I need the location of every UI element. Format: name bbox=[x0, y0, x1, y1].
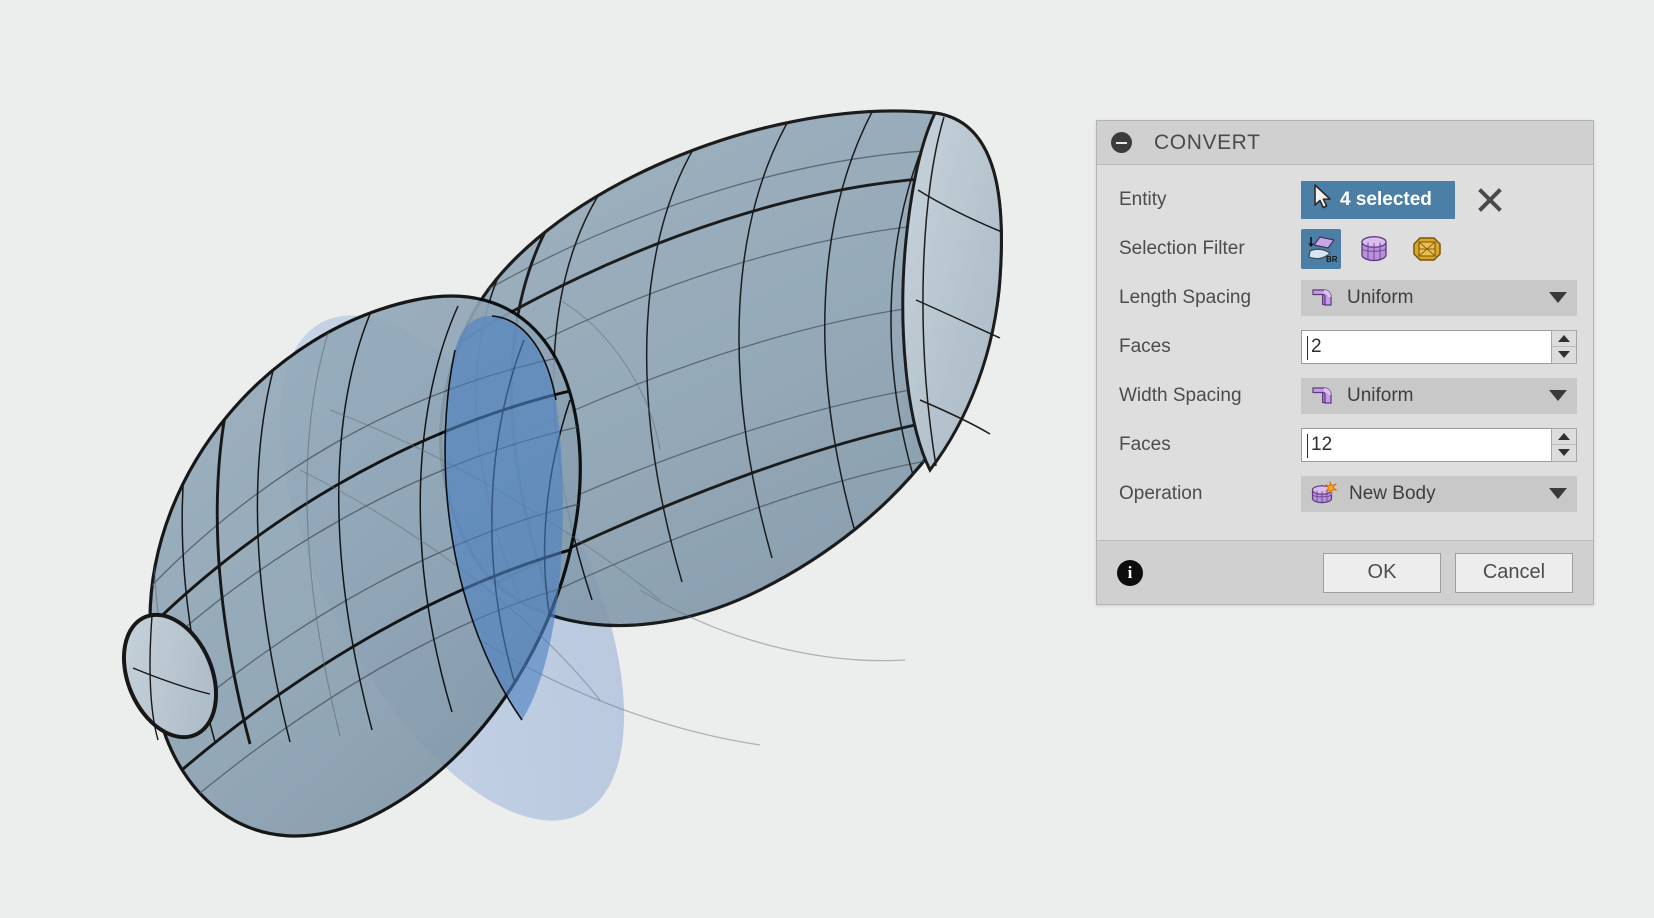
spinner-down-icon[interactable] bbox=[1552, 347, 1576, 363]
length-faces-label: Faces bbox=[1119, 335, 1171, 357]
spinner-up-icon[interactable] bbox=[1552, 331, 1576, 347]
length-faces-field: 2 bbox=[1301, 329, 1577, 364]
collapse-minus-icon[interactable] bbox=[1111, 132, 1132, 153]
mouse-cursor-icon bbox=[1313, 184, 1333, 215]
operation-value: New Body bbox=[1349, 482, 1436, 504]
width-spacing-label: Width Spacing bbox=[1119, 384, 1242, 406]
length-spacing-dropdown[interactable]: Uniform bbox=[1301, 279, 1577, 316]
chevron-down-icon[interactable] bbox=[1549, 488, 1567, 499]
entity-label: Entity bbox=[1119, 188, 1167, 210]
dialog-titlebar[interactable]: CONVERT bbox=[1097, 121, 1593, 165]
selection-filter-label: Selection Filter bbox=[1119, 237, 1245, 259]
spinner-up-icon[interactable] bbox=[1552, 429, 1576, 445]
chevron-down-icon[interactable] bbox=[1549, 292, 1567, 303]
row-length-faces: Faces 2 bbox=[1097, 322, 1593, 371]
row-entity: Entity 4 selected bbox=[1097, 175, 1593, 224]
length-faces-spin-buttons[interactable] bbox=[1551, 329, 1577, 364]
operation-label: Operation bbox=[1119, 482, 1203, 504]
cancel-button[interactable]: Cancel bbox=[1455, 552, 1573, 593]
application-window: CONVERT Entity 4 selected Selection Filt… bbox=[0, 0, 1654, 918]
entity-field: 4 selected bbox=[1301, 180, 1577, 219]
length-spacing-label: Length Spacing bbox=[1119, 286, 1252, 308]
width-faces-spin-buttons[interactable] bbox=[1551, 427, 1577, 462]
dialog-title: CONVERT bbox=[1154, 130, 1261, 154]
uniform-spacing-icon bbox=[1310, 285, 1336, 311]
width-faces-label: Faces bbox=[1119, 433, 1171, 455]
length-spacing-field: Uniform bbox=[1301, 279, 1577, 316]
operation-field: New Body bbox=[1301, 475, 1577, 512]
dialog-footer: i OK Cancel bbox=[1097, 540, 1593, 604]
width-spacing-dropdown[interactable]: Uniform bbox=[1301, 377, 1577, 414]
info-icon[interactable]: i bbox=[1117, 559, 1143, 586]
chevron-down-icon[interactable] bbox=[1549, 390, 1567, 401]
length-spacing-value: Uniform bbox=[1347, 286, 1414, 308]
operation-dropdown[interactable]: New Body bbox=[1301, 475, 1577, 512]
width-faces-input[interactable]: 12 bbox=[1301, 427, 1551, 462]
width-spacing-value: Uniform bbox=[1347, 384, 1414, 406]
length-faces-input[interactable]: 2 bbox=[1301, 329, 1551, 364]
convert-dialog[interactable]: CONVERT Entity 4 selected Selection Filt… bbox=[1096, 120, 1594, 605]
uniform-spacing-icon bbox=[1310, 383, 1336, 409]
entity-selection-chip[interactable]: 4 selected bbox=[1301, 180, 1455, 219]
width-faces-field: 12 bbox=[1301, 427, 1577, 462]
brep-face-filter-icon[interactable]: BR bbox=[1301, 228, 1341, 269]
row-width-faces: Faces 12 bbox=[1097, 420, 1593, 469]
close-x-icon[interactable] bbox=[1477, 187, 1503, 213]
row-operation: Operation New Body bbox=[1097, 469, 1593, 518]
tspline-body-filter-icon[interactable] bbox=[1354, 229, 1394, 269]
width-spacing-field: Uniform bbox=[1301, 377, 1577, 414]
spinner-down-icon[interactable] bbox=[1552, 445, 1576, 461]
row-selection-filter: Selection Filter BR bbox=[1097, 224, 1593, 273]
mesh-body-filter-icon[interactable] bbox=[1407, 229, 1447, 269]
row-width-spacing: Width Spacing Uniform bbox=[1097, 371, 1593, 420]
new-body-icon bbox=[1310, 480, 1338, 507]
dialog-body: Entity 4 selected Selection Filter BR Le… bbox=[1097, 165, 1593, 540]
svg-text:BR: BR bbox=[1326, 255, 1338, 264]
ok-button[interactable]: OK bbox=[1323, 552, 1441, 593]
width-faces-stepper[interactable]: 12 bbox=[1301, 427, 1577, 462]
entity-chip-label: 4 selected bbox=[1340, 188, 1432, 210]
row-length-spacing: Length Spacing Uniform bbox=[1097, 273, 1593, 322]
selection-filter-field: BR bbox=[1301, 228, 1577, 269]
length-faces-stepper[interactable]: 2 bbox=[1301, 329, 1577, 364]
